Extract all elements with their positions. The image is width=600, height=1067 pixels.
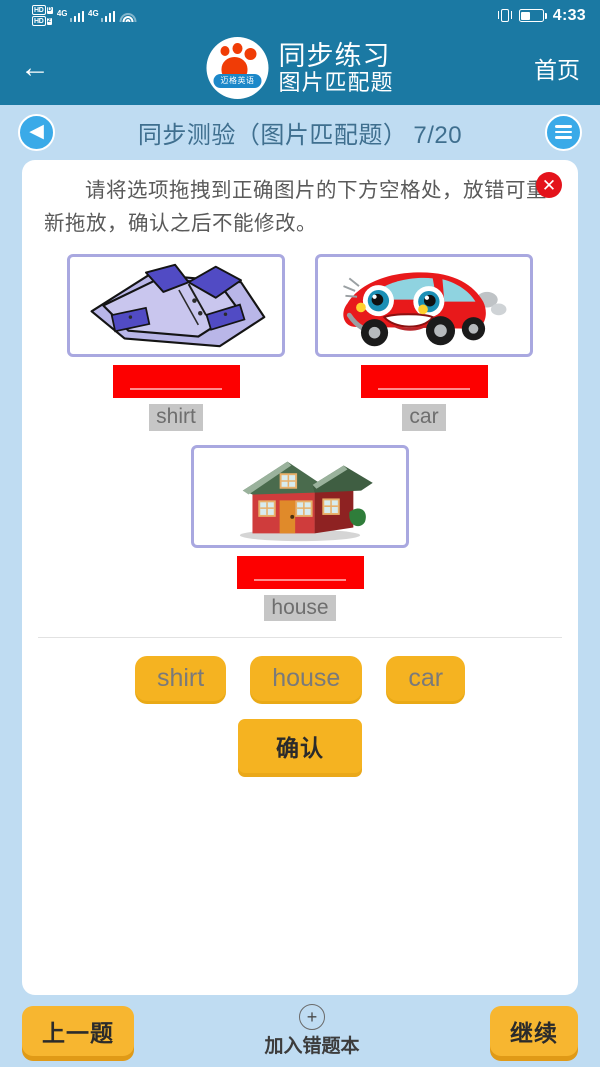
- add-to-wrong-book-button[interactable]: + 加入错题本: [264, 1004, 360, 1058]
- app-title-block: 同步练习 图片匹配题: [278, 40, 394, 95]
- match-item-shirt: shirt: [67, 254, 285, 431]
- battery-icon: [518, 9, 547, 22]
- confirm-button[interactable]: 确认: [238, 719, 362, 774]
- signal-bars-2-icon: [100, 9, 116, 22]
- question-card: ✕ 请将选项拖拽到正确图片的下方空格处，放错可重新拖放，确认之后不能修改。 sh…: [22, 160, 578, 995]
- app-title: 同步练习: [278, 40, 391, 71]
- answer-label-car: car: [402, 404, 446, 431]
- quiz-subheader: ◀ 同步测验（图片匹配题） 7/20: [0, 105, 600, 159]
- signal-group-2: 4G: [88, 9, 116, 22]
- word-bank: shirt house car: [22, 638, 578, 702]
- app-logo: 迈格英语: [206, 37, 269, 99]
- car-image: [315, 254, 533, 358]
- shirt-illustration: [90, 264, 266, 348]
- match-row-1: shirt car: [22, 254, 578, 431]
- hamburger-menu-icon: [555, 125, 572, 139]
- match-item-house: house: [191, 444, 409, 621]
- circle-back-arrow-icon: ◀: [29, 120, 44, 142]
- match-grid: shirt car house: [22, 244, 578, 621]
- home-button[interactable]: 首页: [534, 51, 580, 85]
- plus-circle-icon: +: [298, 1004, 325, 1030]
- answer-label-house: house: [264, 594, 336, 621]
- house-image: [191, 444, 409, 548]
- circle-back-button[interactable]: ◀: [18, 113, 55, 151]
- logo-banner-label: 迈格英语: [213, 74, 262, 88]
- car-illustration: [343, 272, 507, 347]
- word-chip-shirt[interactable]: shirt: [134, 655, 227, 702]
- drop-slot-car[interactable]: [360, 365, 488, 399]
- quiz-title-text: 同步测验（图片匹配题）: [137, 121, 408, 149]
- house-illustration: [239, 461, 373, 541]
- clock-label: 4:33: [552, 6, 586, 24]
- menu-button[interactable]: [545, 113, 582, 151]
- hd-label-2: HD: [32, 16, 46, 26]
- network-type-1: 4G: [56, 9, 68, 18]
- status-bar-right: 4:33: [497, 7, 586, 25]
- signal-group-1: 4G: [56, 9, 85, 22]
- continue-button[interactable]: 继续: [489, 1006, 578, 1056]
- signal-bars-1-icon: [69, 9, 85, 22]
- quiz-title: 同步测验（图片匹配题） 7/20: [55, 115, 545, 150]
- app-header: ← 迈格英语 同步练习 图片匹配题 首页: [0, 31, 600, 105]
- match-item-car: car: [315, 254, 533, 431]
- app-brand: 迈格英语 同步练习 图片匹配题: [206, 37, 393, 99]
- add-to-wrong-book-label: 加入错题本: [264, 1035, 360, 1057]
- shirt-image: [67, 254, 285, 358]
- status-bar-left: HD D HD 2 4G 4G: [14, 5, 497, 26]
- instruction-text: 请将选项拖拽到正确图片的下方空格处，放错可重新拖放，确认之后不能修改。: [44, 178, 547, 236]
- previous-question-button[interactable]: 上一题: [22, 1006, 134, 1056]
- app-subtitle: 图片匹配题: [278, 69, 394, 95]
- network-type-2: 4G: [88, 9, 99, 18]
- bottom-bar: 上一题 + 加入错题本 继续: [0, 995, 600, 1067]
- hd-badge-sim1: HD D: [32, 5, 53, 15]
- word-chip-car[interactable]: car: [386, 655, 466, 702]
- drop-slot-shirt[interactable]: [112, 365, 240, 399]
- match-row-2: house: [22, 444, 578, 621]
- status-bar: HD D HD 2 4G 4G 4:33: [0, 0, 600, 31]
- sim1-label: D: [46, 6, 53, 14]
- hd-badge-sim2: HD 2: [32, 16, 53, 26]
- confirm-button-wrap: 确认: [22, 701, 578, 774]
- sim2-label: 2: [46, 17, 52, 25]
- vibrate-icon: [497, 8, 513, 23]
- hd-label-1: HD: [32, 5, 46, 15]
- hd-badges: HD D HD 2: [32, 5, 53, 26]
- wifi-icon: [119, 9, 137, 22]
- word-chip-house[interactable]: house: [250, 655, 363, 702]
- quiz-counter: 7/20: [413, 121, 463, 149]
- back-arrow-icon[interactable]: ←: [20, 53, 64, 83]
- answer-label-shirt: shirt: [149, 404, 203, 431]
- drop-slot-house[interactable]: [236, 555, 364, 589]
- close-x-icon[interactable]: ✕: [536, 172, 562, 198]
